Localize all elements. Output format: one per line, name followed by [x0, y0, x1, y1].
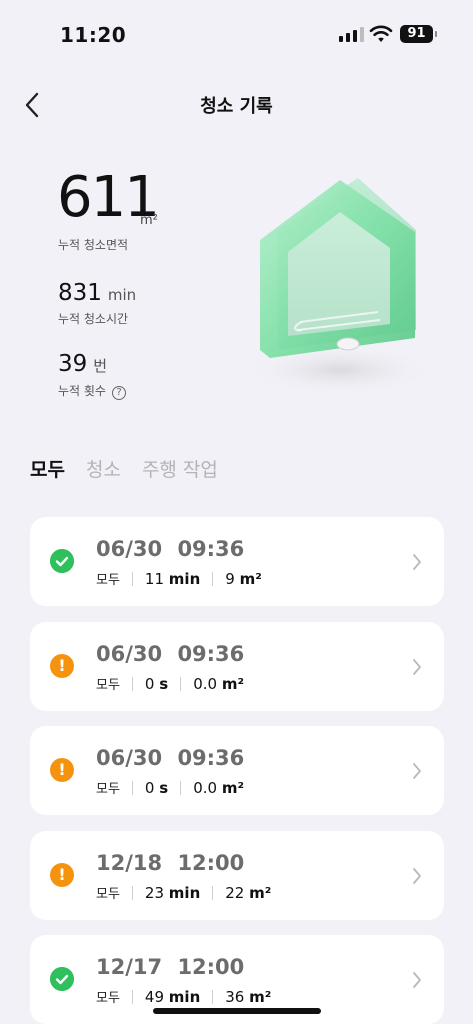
record-time: 09:36	[177, 537, 245, 561]
record-time: 12:00	[177, 851, 245, 875]
record-meta: 모두 23 min 22 m²	[96, 883, 272, 903]
record-mode: 모두	[96, 573, 120, 588]
record-time: 09:36	[177, 746, 245, 770]
record-card[interactable]: 06/30 09:36 모두 11 min 9 m²	[30, 517, 444, 606]
check-circle-icon	[50, 967, 74, 991]
record-meta: 모두 0 s 0.0 m²	[96, 778, 245, 798]
divider	[180, 780, 182, 795]
record-date: 06/30	[96, 746, 163, 770]
record-duration-unit: min	[168, 569, 201, 588]
record-mode: 모두	[96, 887, 120, 902]
battery-icon: 91	[400, 25, 437, 43]
record-duration-unit: min	[168, 987, 201, 1006]
record-mode: 모두	[96, 991, 120, 1006]
total-time-value: 831	[58, 280, 102, 306]
home-indicator[interactable]	[153, 1008, 321, 1014]
total-count-row: 누적 횟수?	[58, 382, 126, 400]
tab-driving[interactable]: 주행 작업	[142, 455, 218, 482]
record-datetime: 12/17 12:00	[96, 955, 244, 979]
record-date: 06/30	[96, 642, 163, 666]
screen: 11:20 91 청소 기록 611 m² 누적 청소면적 831 min 누적 …	[0, 0, 473, 1024]
tab-cleaning[interactable]: 청소	[86, 455, 121, 482]
record-date: 12/17	[96, 955, 163, 979]
chevron-right-icon	[413, 554, 421, 570]
chevron-right-icon	[413, 972, 421, 988]
warning-circle-icon: !	[50, 758, 74, 782]
record-datetime: 06/30 09:36	[96, 746, 244, 770]
total-count: 39 번	[58, 350, 107, 380]
warning-circle-icon: !	[50, 654, 74, 678]
chevron-right-icon	[413, 763, 421, 779]
filter-tabs: 모두 청소 주행 작업	[30, 455, 218, 482]
warning-circle-icon: !	[50, 863, 74, 887]
house-illustration	[245, 178, 435, 396]
total-time: 831 min	[58, 279, 136, 309]
record-duration: 0	[144, 778, 155, 797]
record-area-unit: m²	[221, 674, 245, 693]
record-datetime: 06/30 09:36	[96, 537, 244, 561]
divider	[131, 676, 133, 691]
chevron-right-icon	[413, 868, 421, 884]
record-area-unit: m²	[239, 569, 262, 588]
divider	[131, 989, 133, 1004]
divider	[212, 571, 214, 586]
record-area: 9	[225, 569, 235, 588]
record-duration-unit: min	[168, 883, 201, 902]
divider	[131, 571, 133, 586]
record-card[interactable]: ! 06/30 09:36 모두 0 s 0.0 m²	[30, 622, 444, 711]
record-duration-unit: s	[159, 674, 169, 693]
record-card[interactable]: ! 06/30 09:36 모두 0 s 0.0 m²	[30, 726, 444, 815]
check-circle-icon	[50, 549, 74, 573]
record-datetime: 06/30 09:36	[96, 642, 244, 666]
help-icon[interactable]: ?	[111, 386, 126, 400]
record-meta: 모두 11 min 9 m²	[96, 569, 262, 589]
status-bar: 11:20 91	[0, 0, 473, 70]
record-date: 12/18	[96, 851, 163, 875]
record-time: 09:36	[177, 642, 245, 666]
record-mode: 모두	[96, 678, 120, 693]
record-duration: 49	[144, 987, 165, 1006]
record-area: 36	[225, 987, 245, 1006]
record-area: 22	[225, 883, 245, 902]
wifi-icon	[369, 25, 393, 42]
total-area-label: 누적 청소면적	[58, 238, 129, 252]
total-count-unit: 번	[93, 357, 108, 375]
record-date: 06/30	[96, 537, 163, 561]
total-time-unit: min	[107, 286, 137, 304]
record-card[interactable]: ! 12/18 12:00 모두 23 min 22 m²	[30, 831, 444, 920]
record-area: 0.0	[193, 674, 218, 693]
record-mode: 모두	[96, 782, 120, 797]
record-time: 12:00	[177, 955, 245, 979]
total-count-label: 누적 횟수	[58, 384, 106, 398]
record-area-unit: m²	[249, 883, 272, 902]
divider	[131, 780, 133, 795]
total-count-value: 39	[58, 351, 88, 377]
divider	[180, 676, 182, 691]
record-datetime: 12/18 12:00	[96, 851, 244, 875]
cellular-signal-icon	[339, 26, 364, 42]
divider	[212, 989, 214, 1004]
record-duration-unit: s	[159, 778, 169, 797]
total-area-unit: m²	[140, 213, 158, 228]
record-meta: 모두 0 s 0.0 m²	[96, 674, 245, 694]
record-area-unit: m²	[221, 778, 245, 797]
record-duration: 11	[144, 569, 165, 588]
total-time-label: 누적 청소시간	[58, 312, 129, 326]
record-area-unit: m²	[249, 987, 272, 1006]
status-time: 11:20	[60, 23, 127, 47]
divider	[212, 885, 214, 900]
chevron-right-icon	[413, 659, 421, 675]
page-title: 청소 기록	[200, 96, 273, 117]
record-area: 0.0	[193, 778, 218, 797]
record-duration: 0	[144, 674, 155, 693]
tab-all[interactable]: 모두	[30, 455, 65, 482]
divider	[131, 885, 133, 900]
record-meta: 모두 49 min 36 m²	[96, 987, 272, 1007]
record-duration: 23	[144, 883, 165, 902]
